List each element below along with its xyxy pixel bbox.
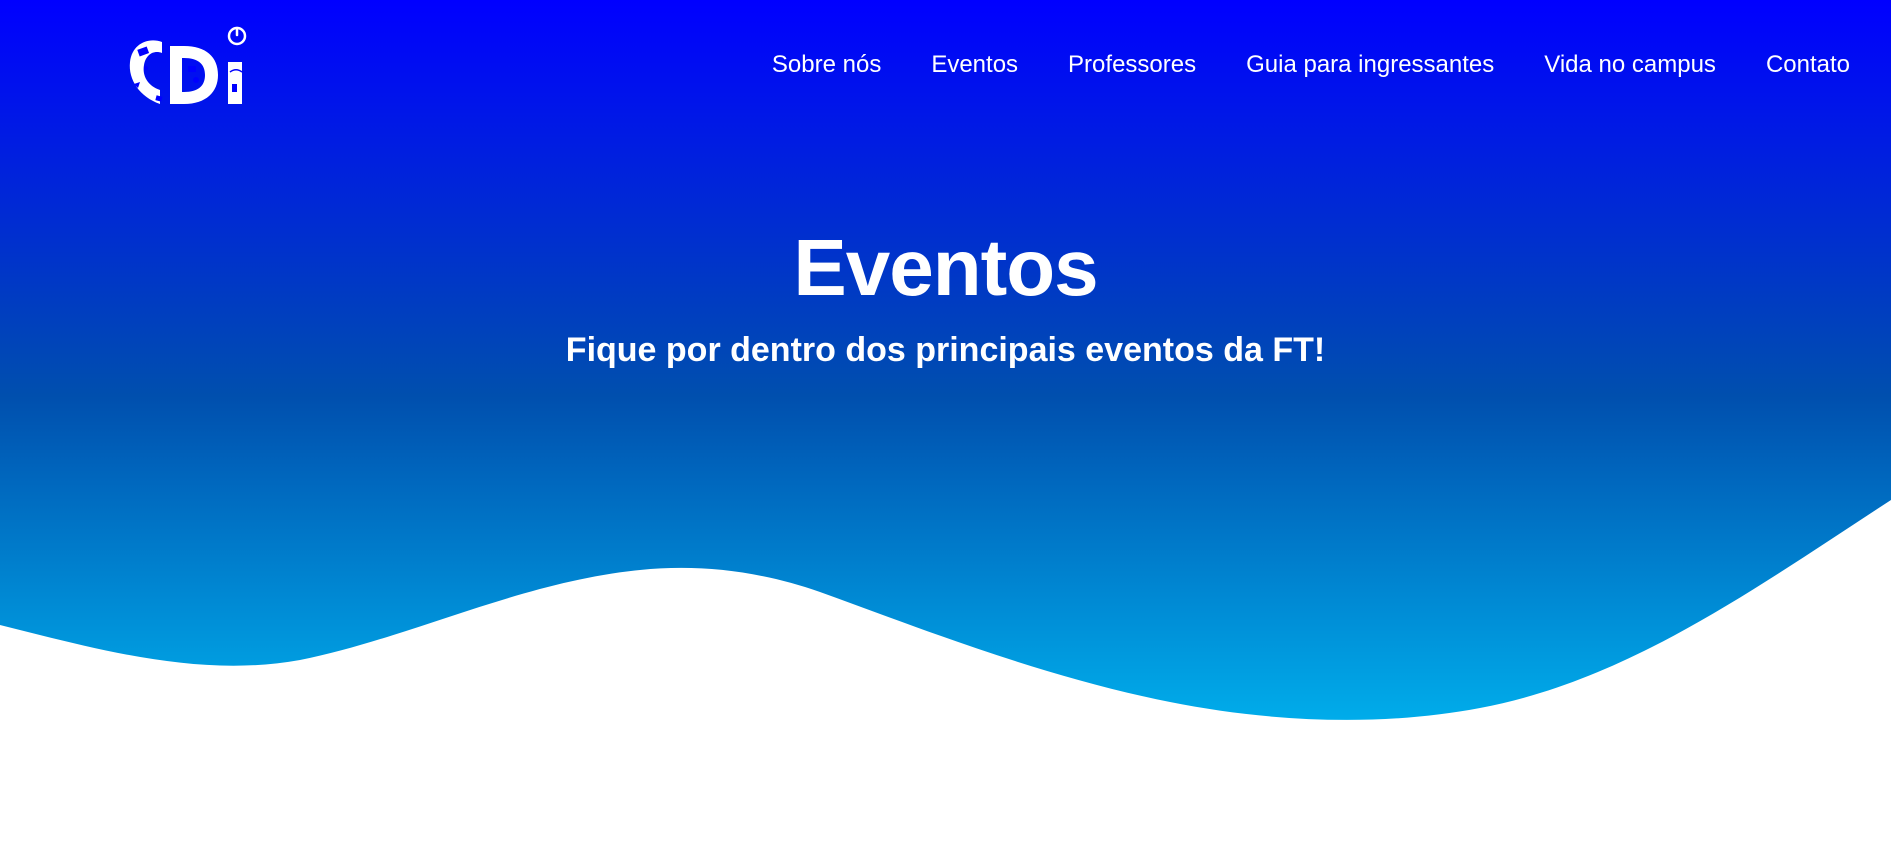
page-title: Eventos: [793, 223, 1098, 312]
nav-item-professores: Professores: [1068, 48, 1196, 82]
main-navbar: Sobre nós Eventos Professores Guia para …: [0, 0, 1891, 130]
cdi-logo-icon: [129, 26, 247, 104]
nav-item-contato: Contato: [1766, 48, 1850, 82]
nav-item-guia-para-ingressantes: Guia para ingressantes: [1246, 48, 1494, 82]
nav-item-vida-no-campus: Vida no campus: [1544, 48, 1716, 82]
nav-link-guia-para-ingressantes[interactable]: Guia para ingressantes: [1246, 51, 1494, 78]
nav-item-eventos: Eventos: [931, 48, 1018, 82]
cdi-logo[interactable]: [126, 22, 252, 108]
nav-link-professores[interactable]: Professores: [1068, 51, 1196, 78]
nav-link-eventos[interactable]: Eventos: [931, 51, 1018, 78]
nav-link-sobre-nos[interactable]: Sobre nós: [772, 51, 881, 78]
hero-section: Sobre nós Eventos Professores Guia para …: [0, 0, 1891, 864]
page: Sobre nós Eventos Professores Guia para …: [0, 0, 1891, 864]
nav-item-sobre-nos: Sobre nós: [772, 48, 881, 82]
nav-menu: Sobre nós Eventos Professores Guia para …: [772, 48, 1850, 82]
nav-link-contato[interactable]: Contato: [1766, 51, 1850, 78]
page-subtitle: Fique por dentro dos principais eventos …: [565, 331, 1326, 369]
nav-link-vida-no-campus[interactable]: Vida no campus: [1544, 51, 1716, 78]
